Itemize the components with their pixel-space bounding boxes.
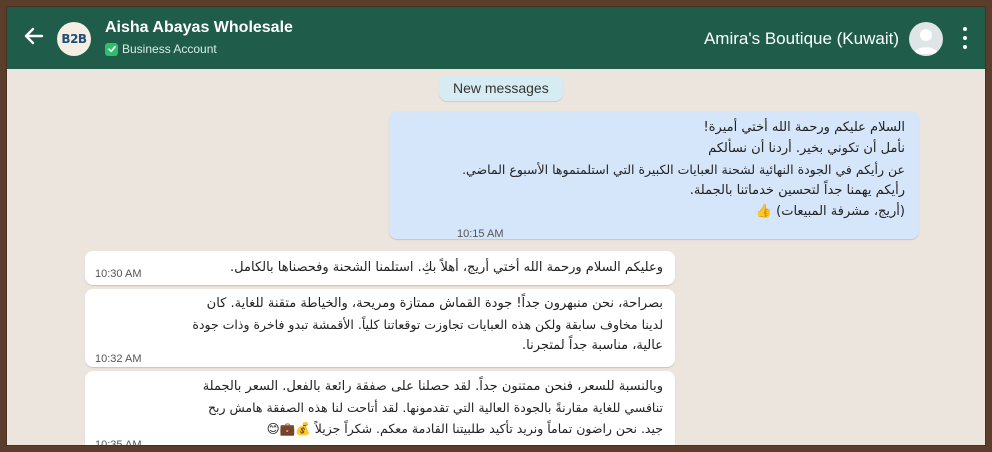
business-logo[interactable]: B2B — [57, 22, 91, 56]
message-line: عالية، مناسبة جداً لمتجرنا. — [522, 338, 663, 353]
message-line: تنافسي للغاية مقارنةً بالجودة العالية ال… — [207, 400, 663, 415]
chat-title[interactable]: Aisha Abayas Wholesale — [105, 19, 293, 37]
chat-window: B2B Aisha Abayas Wholesale Business Acco… — [6, 6, 986, 446]
message-line: السلام عليكم ورحمة الله أختي أميرة! — [703, 120, 905, 135]
message-timestamp: 10:15 AM — [457, 228, 504, 240]
message-line: بصراحة، نحن منبهرون جداً! جودة القماش مم… — [206, 296, 663, 311]
message-line: (أريج، مشرفة المبيعات) 👍 — [755, 204, 905, 219]
business-account-label: Business Account — [105, 42, 217, 56]
message-line: نأمل أن تكوني بخير. أردنا أن نسألكم — [708, 141, 905, 156]
message-bubble-outgoing[interactable]: السلام عليكم ورحمة الله أختي أميرة! نأمل… — [389, 111, 919, 240]
message-line: وبالنسبة للسعر، فنحن ممتنون جداً. لقد حص… — [202, 379, 663, 394]
message-timestamp: 10:32 AM — [95, 353, 142, 365]
message-bubble-incoming[interactable]: وعليكم السلام ورحمة الله أختي أريج، أهلا… — [85, 251, 675, 285]
message-timestamp: 10:35 AM — [95, 439, 142, 446]
message-bubble-incoming[interactable]: وبالنسبة للسعر، فنحن ممتنون جداً. لقد حص… — [85, 371, 675, 446]
message-line: لدينا مخاوف سابقة ولكن هذه العبايات تجاو… — [192, 317, 663, 332]
avatar[interactable] — [909, 22, 943, 56]
message-line: عن رأيكم في الجودة النهائية لشحنة العباي… — [462, 162, 905, 177]
message-line: رأيكم يهمنا جداً لتحسين خدماتنا بالجملة. — [689, 183, 905, 198]
chat-header: B2B Aisha Abayas Wholesale Business Acco… — [7, 7, 985, 69]
account-type-text: Business Account — [122, 42, 217, 56]
more-options-icon[interactable] — [955, 25, 975, 51]
message-timestamp: 10:30 AM — [95, 268, 142, 280]
back-arrow-icon[interactable] — [21, 23, 47, 49]
verified-check-icon — [105, 42, 118, 56]
message-line: وعليكم السلام ورحمة الله أختي أريج، أهلا… — [230, 260, 663, 275]
message-bubble-incoming[interactable]: بصراحة، نحن منبهرون جداً! جودة القماش مم… — [85, 289, 675, 367]
new-messages-banner: New messages — [439, 75, 563, 101]
message-line: جيد. نحن راضون تماماً ونريد تأكيد طلبيتن… — [266, 421, 663, 436]
contact-name[interactable]: Amira's Boutique (Kuwait) — [704, 29, 899, 49]
person-icon — [914, 29, 938, 54]
